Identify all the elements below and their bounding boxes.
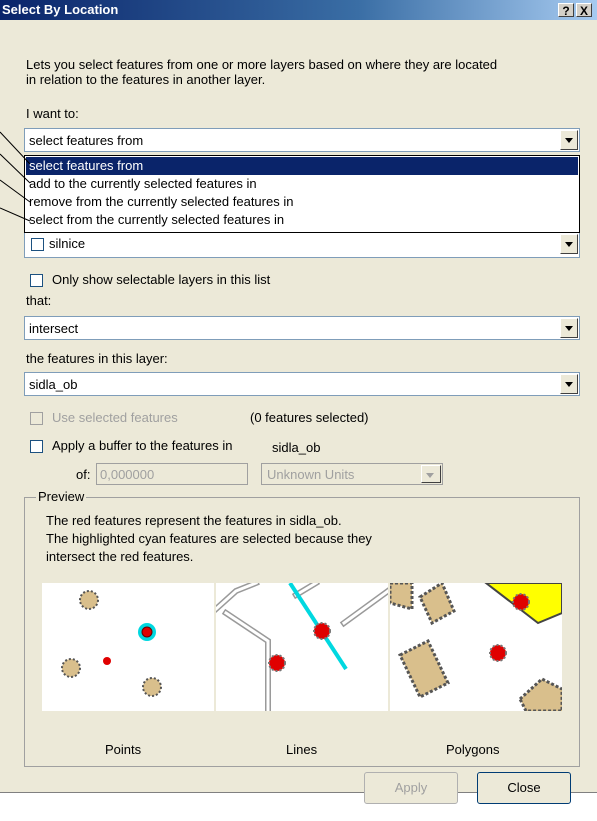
source-layer-combo[interactable]: sidla_ob [24, 372, 580, 396]
target-layers-list[interactable]: silnice [24, 230, 580, 258]
close-button[interactable]: Close [477, 772, 571, 804]
points-preview-image [42, 583, 214, 711]
layer-name: silnice [49, 236, 86, 251]
apply-button[interactable]: Apply [364, 772, 458, 804]
buffer-units-combo[interactable]: Unknown Units [261, 463, 443, 485]
that-label: that: [26, 293, 52, 308]
use-selected-label: Use selected features [52, 410, 178, 425]
buffer-units-value: Unknown Units [267, 467, 355, 482]
caption-points: Points [105, 742, 142, 757]
caption-lines: Lines [286, 742, 318, 757]
dropdown-option[interactable]: add to the currently selected features i… [26, 175, 578, 193]
chevron-down-icon[interactable] [421, 465, 441, 483]
chevron-down-icon[interactable] [560, 130, 578, 150]
preview-legend: Preview [36, 489, 87, 504]
selected-count: (0 features selected) [250, 410, 369, 425]
i-want-to-label: I want to: [26, 106, 79, 121]
title-bar: Select By Location ? X [0, 0, 597, 20]
buffer-of-label: of: [76, 467, 91, 482]
chevron-down-icon[interactable] [560, 318, 578, 338]
help-button[interactable]: ? [558, 3, 574, 18]
buffer-distance-value: 0,000000 [100, 467, 155, 482]
spatial-method-value: intersect [29, 321, 79, 336]
dropdown-option[interactable]: select from the currently selected featu… [26, 211, 578, 229]
dropdown-option[interactable]: remove from the currently selected featu… [26, 193, 578, 211]
apply-buffer-checkbox[interactable] [30, 440, 43, 453]
preview-line-3: intersect the red features. [46, 549, 194, 564]
callout-lines [0, 131, 31, 222]
spatial-method-combo[interactable]: intersect [24, 316, 580, 340]
caption-polygons: Polygons [446, 742, 500, 757]
use-selected-checkbox[interactable] [30, 412, 43, 425]
only-selectable-checkbox[interactable] [30, 274, 43, 287]
description-line-2: in relation to the features in another l… [26, 72, 266, 87]
window-title: Select By Location [2, 2, 119, 17]
polygons-preview-image [388, 580, 564, 713]
buffer-layer-name: sidla_ob [272, 440, 321, 455]
select-by-location-dialog: Select By Location ? X Lets you select f… [0, 0, 597, 804]
apply-buffer-label: Apply a buffer to the features in [52, 438, 233, 453]
dropdown-option[interactable]: select features from [26, 157, 578, 175]
chevron-down-icon[interactable] [560, 374, 578, 394]
i-want-to-combo[interactable]: select features from [24, 128, 580, 152]
i-want-to-value: select features from [29, 133, 144, 148]
preview-line-2: The highlighted cyan features are select… [46, 531, 372, 546]
source-layer-value: sidla_ob [29, 377, 78, 392]
preview-line-1: The red features represent the features … [46, 513, 342, 528]
i-want-to-dropdown-list: select features from add to the currentl… [24, 155, 580, 233]
buffer-distance-field[interactable]: 0,000000 [96, 463, 248, 485]
close-window-button[interactable]: X [576, 3, 592, 18]
only-selectable-label: Only show selectable layers in this list [52, 272, 271, 287]
lines-preview-image [211, 578, 393, 714]
description-line-1: Lets you select features from one or mor… [26, 57, 498, 72]
source-layer-label: the features in this layer: [26, 351, 168, 366]
chevron-down-icon[interactable] [560, 234, 578, 254]
